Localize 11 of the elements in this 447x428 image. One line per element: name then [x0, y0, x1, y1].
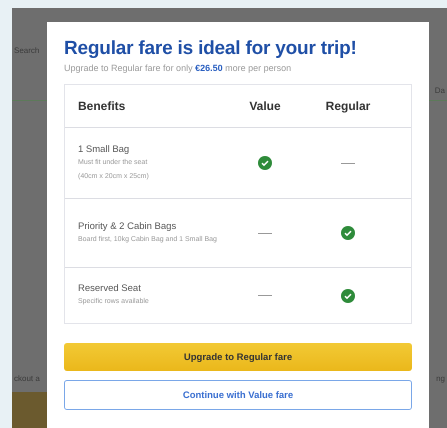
column-header: Regular	[324, 99, 372, 113]
column-header: Value	[248, 99, 282, 113]
dialog-subtitle: Upgrade to Regular fare for only €26.50 more per person	[64, 63, 292, 73]
continue-button[interactable]: Continue with Value fare	[64, 380, 412, 410]
dialog-title: Regular fare is ideal for your trip!	[64, 38, 358, 60]
benefit-name: 1 Small Bag	[78, 144, 130, 155]
benefit-name: Priority & 2 Cabin Bags	[78, 220, 178, 232]
background-bar	[12, 392, 47, 428]
upgrade-button[interactable]: Upgrade to Regular fare	[64, 343, 412, 371]
column-header: Benefits	[78, 99, 126, 113]
benefit-name: Reserved Seat	[78, 283, 142, 294]
